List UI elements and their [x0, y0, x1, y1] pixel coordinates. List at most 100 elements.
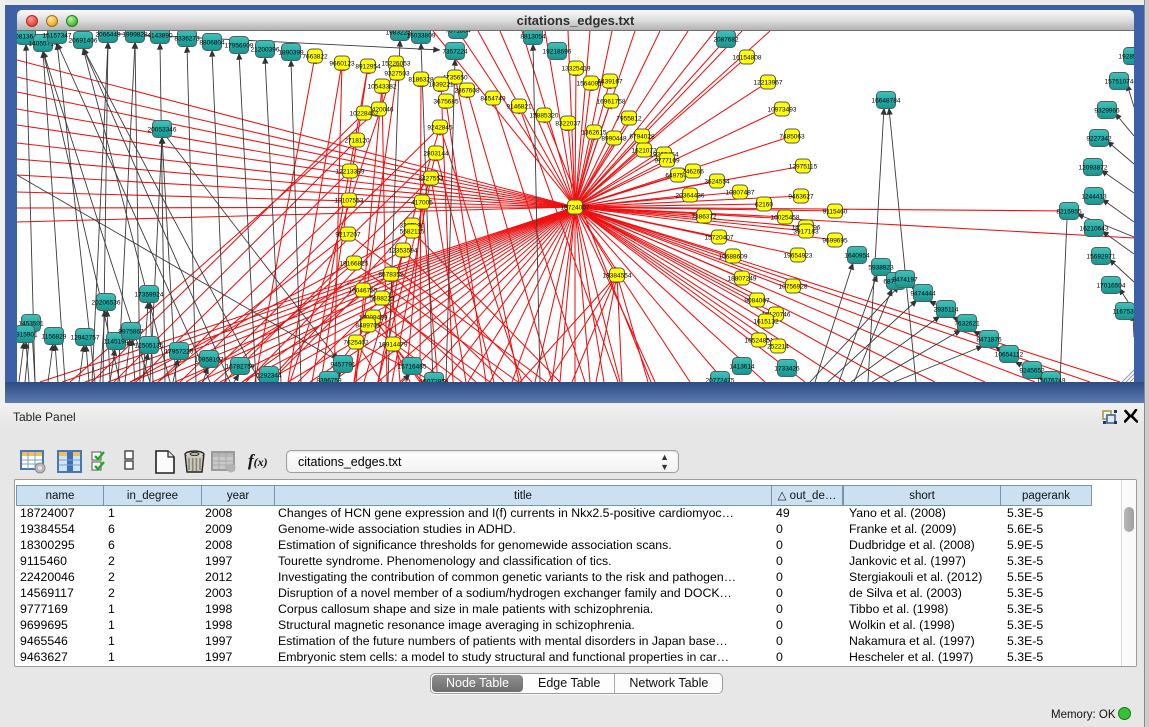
svg-text:17956909: 17956909 [225, 43, 254, 50]
svg-text:10973493: 10973493 [768, 107, 797, 114]
svg-text:19285201: 19285201 [1119, 54, 1134, 61]
svg-text:7671884: 7671884 [445, 31, 471, 35]
svg-text:1244413: 1244413 [1081, 194, 1107, 201]
svg-text:18724007: 18724007 [561, 205, 590, 212]
svg-text:8678352: 8678352 [378, 272, 404, 279]
svg-text:9463627: 9463627 [788, 194, 814, 201]
svg-text:7386372: 7386372 [691, 214, 717, 221]
svg-text:12975115: 12975115 [789, 164, 818, 171]
svg-text:417005: 417005 [411, 200, 433, 207]
svg-text:17957225: 17957225 [165, 349, 194, 356]
svg-text:10654112: 10654112 [995, 352, 1024, 359]
svg-text:9245652: 9245652 [1019, 368, 1045, 375]
svg-text:16648784: 16648784 [872, 98, 901, 105]
svg-text:12353594: 12353594 [389, 248, 418, 255]
svg-text:9457791: 9457791 [330, 362, 356, 369]
svg-text:15076749: 15076749 [1037, 378, 1066, 383]
svg-text:20364436: 20364436 [676, 193, 705, 200]
svg-text:12213967: 12213967 [754, 80, 783, 87]
svg-text:9084067: 9084067 [744, 298, 770, 305]
svg-text:20691406: 20691406 [69, 38, 98, 45]
svg-text:1999828: 1999828 [122, 32, 148, 39]
svg-text:16046755: 16046755 [349, 288, 378, 295]
svg-text:18807249: 18807249 [728, 276, 757, 283]
svg-text:8489709: 8489709 [355, 323, 381, 330]
svg-text:19384554: 19384554 [603, 273, 632, 280]
svg-text:17359924: 17359924 [135, 292, 164, 299]
svg-text:10228452: 10228452 [350, 111, 379, 118]
svg-text:4439167: 4439167 [597, 79, 623, 86]
svg-text:13325419: 13325419 [562, 66, 591, 73]
svg-text:1156829: 1156829 [42, 334, 67, 341]
svg-text:8396759: 8396759 [316, 378, 342, 383]
svg-text:10807487: 10807487 [726, 190, 755, 197]
svg-text:16033809: 16033809 [407, 33, 436, 40]
svg-text:1615132: 1615132 [753, 319, 779, 326]
svg-text:746266: 746266 [682, 169, 704, 176]
svg-text:3917183: 3917183 [793, 229, 819, 236]
svg-text:16914479: 16914479 [379, 342, 408, 349]
svg-text:1890399: 1890399 [278, 50, 304, 57]
svg-text:62160: 62160 [755, 202, 773, 209]
svg-text:8813054: 8813054 [520, 34, 546, 41]
svg-text:15885320: 15885320 [530, 113, 559, 120]
svg-text:21200396: 21200396 [251, 47, 280, 54]
svg-text:15157347: 15157347 [43, 33, 72, 40]
svg-text:2718120: 2718120 [344, 138, 370, 145]
svg-text:9217207: 9217207 [335, 232, 361, 239]
svg-text:10543382: 10543382 [368, 84, 397, 91]
svg-text:8322037: 8322037 [555, 121, 581, 128]
svg-text:17016504: 17016504 [1097, 283, 1126, 290]
svg-text:4143890: 4143890 [147, 33, 173, 40]
svg-text:8912954: 8912954 [355, 64, 381, 71]
svg-text:15720407: 15720407 [705, 235, 734, 242]
svg-text:7357224: 7357224 [442, 49, 468, 56]
svg-text:7955812: 7955812 [616, 116, 642, 123]
svg-text:16210643: 16210643 [1080, 226, 1109, 233]
svg-text:2066449: 2066449 [95, 32, 121, 39]
svg-text:2087682: 2087682 [713, 37, 739, 44]
svg-text:16154808: 16154808 [733, 55, 762, 62]
svg-text:5682115: 5682115 [400, 229, 425, 236]
svg-text:8215955: 8215955 [1056, 209, 1082, 216]
svg-text:8471876: 8471876 [976, 337, 1002, 344]
svg-text:8427552: 8427552 [418, 176, 444, 183]
svg-text:8336273: 8336273 [174, 36, 200, 43]
svg-text:15751074: 15751074 [1105, 79, 1134, 86]
svg-text:3675685: 3675685 [433, 99, 459, 106]
svg-text:16072954: 16072954 [420, 379, 449, 383]
svg-text:7632621: 7632621 [954, 321, 980, 328]
svg-text:10688609: 10688609 [719, 254, 748, 261]
svg-text:9242845: 9242845 [427, 125, 453, 132]
svg-text:9227342: 9227342 [1086, 136, 1112, 143]
svg-text:9699695: 9699695 [822, 238, 848, 245]
svg-text:1167533: 1167533 [1113, 309, 1134, 316]
svg-text:9975867: 9975867 [118, 329, 144, 336]
svg-text:12093872: 12093872 [1079, 165, 1108, 172]
svg-text:2935114: 2935114 [934, 307, 959, 314]
svg-text:20206536: 20206536 [92, 300, 121, 307]
svg-text:8454749: 8454749 [480, 96, 506, 103]
svg-text:10958107: 10958107 [195, 357, 224, 364]
svg-text:8990448: 8990448 [601, 136, 627, 143]
svg-text:9660123: 9660123 [329, 61, 355, 68]
svg-text:10025458: 10025458 [771, 215, 800, 222]
svg-text:1640954: 1640954 [844, 253, 870, 260]
svg-text:8806804: 8806804 [199, 40, 225, 47]
svg-text:7485063: 7485063 [779, 134, 805, 141]
svg-text:5938923: 5938923 [868, 265, 894, 272]
svg-text:9329966: 9329966 [1094, 108, 1120, 115]
svg-text:6794028: 6794028 [629, 134, 655, 141]
svg-text:12213389: 12213389 [336, 169, 365, 176]
svg-text:9115460: 9115460 [823, 209, 848, 216]
svg-text:252214: 252214 [767, 344, 789, 351]
svg-text:16782759: 16782759 [226, 364, 255, 371]
svg-text:20053346: 20053346 [148, 127, 177, 134]
svg-text:3624554: 3624554 [704, 179, 730, 186]
svg-text:9777169: 9777169 [654, 158, 680, 165]
svg-text:19166825: 19166825 [340, 261, 369, 268]
svg-text:1292344: 1292344 [256, 373, 282, 380]
svg-text:15716485: 15716485 [398, 364, 427, 371]
svg-text:2803144: 2803144 [423, 151, 449, 158]
svg-text:2867608: 2867608 [454, 88, 480, 95]
